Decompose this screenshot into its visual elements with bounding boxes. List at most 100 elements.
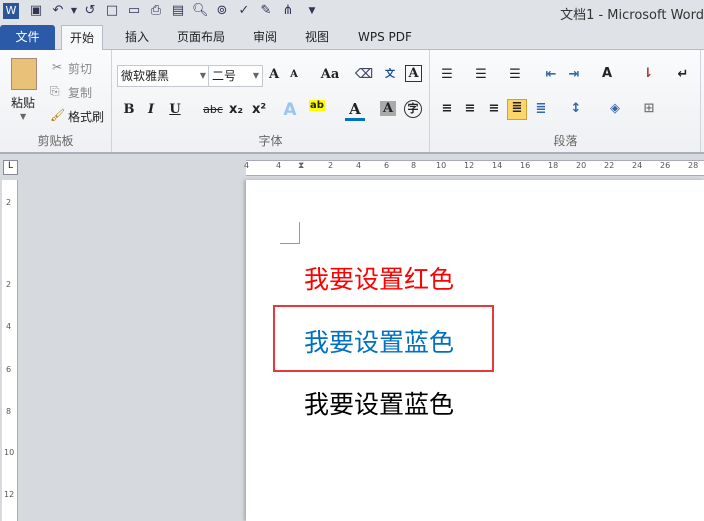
print-preview-icon[interactable]: 🔍︎	[192, 3, 209, 19]
margin-corner-mark	[280, 222, 300, 244]
align-right-icon[interactable]: ≡	[484, 101, 504, 116]
superscript-button[interactable]: x²	[249, 102, 269, 117]
undo-icon[interactable]: ↶	[50, 3, 66, 19]
font-size-select[interactable]: 二号 ▼	[208, 65, 263, 87]
copy-button[interactable]: 复制	[68, 84, 92, 101]
chevron-down-icon: ▼	[199, 71, 206, 80]
save-icon[interactable]: ▣	[28, 3, 44, 19]
phonetic-guide-icon[interactable]: 文	[380, 65, 400, 80]
ruler-number: 4	[244, 161, 250, 170]
word-logo-icon: W	[3, 3, 19, 19]
distributed-icon[interactable]: ≣	[531, 101, 551, 116]
font-color-button[interactable]: A	[345, 100, 365, 121]
ruler-number: 8	[6, 407, 12, 416]
sort-icon[interactable]: ⇂	[638, 66, 658, 81]
line-spacing-icon[interactable]: ↕	[566, 101, 586, 116]
ruler-number: 10	[436, 161, 447, 170]
ruler-number: 2	[6, 280, 12, 289]
customize-toolbar-icon[interactable]: ▼	[304, 3, 320, 19]
tab-file[interactable]: 文件	[0, 25, 55, 50]
grow-font-button[interactable]: A	[264, 67, 284, 82]
document-line-black[interactable]: 我要设置蓝色	[304, 385, 454, 421]
ruler-number: 26	[660, 161, 671, 170]
tab-home[interactable]: 开始	[61, 25, 104, 51]
redo-icon[interactable]: ↺	[82, 3, 98, 19]
paste-icon	[11, 58, 37, 90]
paste-button[interactable]: 粘贴	[11, 94, 35, 111]
window-title: 文档1 - Microsoft Word	[560, 8, 704, 23]
highlight-icon[interactable]: ab	[309, 100, 325, 111]
tab-view[interactable]: 视图	[297, 25, 337, 50]
smartart-icon[interactable]: ⋔	[280, 3, 296, 19]
chinese-layout-icon[interactable]: A	[597, 66, 617, 81]
document-line-blue[interactable]: 我要设置蓝色	[304, 323, 454, 359]
indent-marker-icon[interactable]: ⧗	[298, 161, 304, 171]
ruler-number: 20	[576, 161, 587, 170]
new-document-icon[interactable]: □	[104, 3, 120, 19]
copy-icon: ⎘	[50, 84, 60, 98]
italic-button[interactable]: I	[141, 102, 161, 117]
ruler-number: 6	[384, 161, 390, 170]
chevron-down-icon: ▼	[252, 71, 259, 80]
spelling-icon[interactable]: ✓	[236, 3, 252, 19]
font-name-select[interactable]: 微软雅黑 ▼	[117, 65, 210, 87]
character-border-icon[interactable]: A	[405, 65, 422, 82]
open-icon[interactable]: ▭	[126, 3, 142, 19]
format-painter-icon: 🖌︎	[50, 108, 66, 122]
table-edit-icon[interactable]: ✎	[258, 3, 274, 19]
ruler-number: 16	[520, 161, 531, 170]
multilevel-list-icon[interactable]: ☰	[505, 67, 525, 82]
character-shading-button[interactable]: A	[380, 101, 396, 116]
folder-icon[interactable]: ▤	[170, 3, 186, 19]
enclose-characters-button[interactable]: 字	[404, 100, 422, 118]
tab-review[interactable]: 审阅	[245, 25, 285, 50]
paragraph-group: ☰ ☰ ☰ ⇤ ⇥ A ⇂ ↵ ≡ ≡ ≡ ≣ ≣ ↕ ◈ ⊞ 段落	[431, 50, 701, 152]
tab-insert[interactable]: 插入	[117, 25, 157, 50]
underline-button[interactable]: U	[165, 102, 185, 117]
font-group-label: 字体	[258, 134, 283, 148]
paste-dropdown-icon[interactable]: ▼	[20, 112, 26, 121]
title-bar: W ▣ ↶ ▼ ↺ □ ▭ ⎙ ▤ 🔍︎ ⊚ ✓ ✎ ⋔ ▼ 文档1 - Mic…	[0, 0, 704, 23]
numbering-icon[interactable]: ☰	[471, 67, 491, 82]
strikethrough-button[interactable]: abc	[200, 103, 226, 116]
clear-format-icon[interactable]: ⌫	[354, 67, 374, 82]
print-icon[interactable]: ⎙	[148, 3, 164, 19]
format-painter-button[interactable]: 格式刷	[68, 108, 104, 125]
paragraph-group-label: 段落	[553, 134, 578, 148]
ruler-number: 4	[356, 161, 362, 170]
font-size-value: 二号	[212, 69, 237, 83]
tab-wps-pdf[interactable]: WPS PDF	[350, 25, 420, 50]
tab-page-layout[interactable]: 页面布局	[169, 25, 233, 50]
text-effects-icon[interactable]: A	[280, 100, 300, 120]
shading-icon[interactable]: ◈	[605, 101, 625, 116]
ribbon: 粘贴 ▼ ✂ 剪切 ⎘ 复制 🖌︎ 格式刷 剪贴板 微软雅黑 ▼ 二号 ▼ A A …	[0, 50, 704, 154]
horizontal-ruler[interactable]: 4 4 2 4 6 8 10 12 14 16 18 20 22 24 26 2…	[244, 160, 704, 176]
borders-icon[interactable]: ⊞	[639, 101, 659, 116]
align-center-icon[interactable]: ≡	[460, 101, 480, 116]
ruler-number: 2	[6, 198, 12, 207]
shrink-font-button[interactable]: A	[284, 69, 304, 80]
show-marks-icon[interactable]: ↵	[673, 67, 693, 82]
increase-indent-icon[interactable]: ⇥	[564, 67, 584, 82]
vertical-ruler[interactable]: 2 2 4 6 8 10 12	[2, 180, 18, 521]
align-left-icon[interactable]: ≡	[437, 101, 457, 116]
bold-button[interactable]: B	[119, 102, 139, 117]
cut-icon: ✂	[52, 60, 63, 74]
decrease-indent-icon[interactable]: ⇤	[541, 67, 561, 82]
document-page[interactable]: 我要设置红色 我要设置蓝色 我要设置蓝色	[246, 180, 704, 521]
ruler-number: 18	[548, 161, 559, 170]
undo-dropdown-icon[interactable]: ▼	[66, 3, 82, 19]
cut-button[interactable]: 剪切	[68, 60, 92, 77]
bullets-icon[interactable]: ☰	[437, 67, 457, 82]
clipboard-label: 剪贴板	[37, 134, 74, 148]
justify-icon[interactable]: ≣	[507, 99, 527, 120]
ruler-number: 2	[328, 161, 334, 170]
change-case-button[interactable]: Aa	[317, 67, 343, 82]
tab-selector-button[interactable]: L	[3, 160, 18, 175]
document-line-red[interactable]: 我要设置红色	[304, 260, 454, 296]
ruler-number: 8	[411, 161, 417, 170]
ruler-number: 6	[6, 365, 12, 374]
ribbon-tabs: 文件 开始 插入 页面布局 审阅 视图 WPS PDF	[0, 23, 704, 51]
attach-icon[interactable]: ⊚	[214, 3, 230, 19]
subscript-button[interactable]: x₂	[226, 102, 246, 117]
